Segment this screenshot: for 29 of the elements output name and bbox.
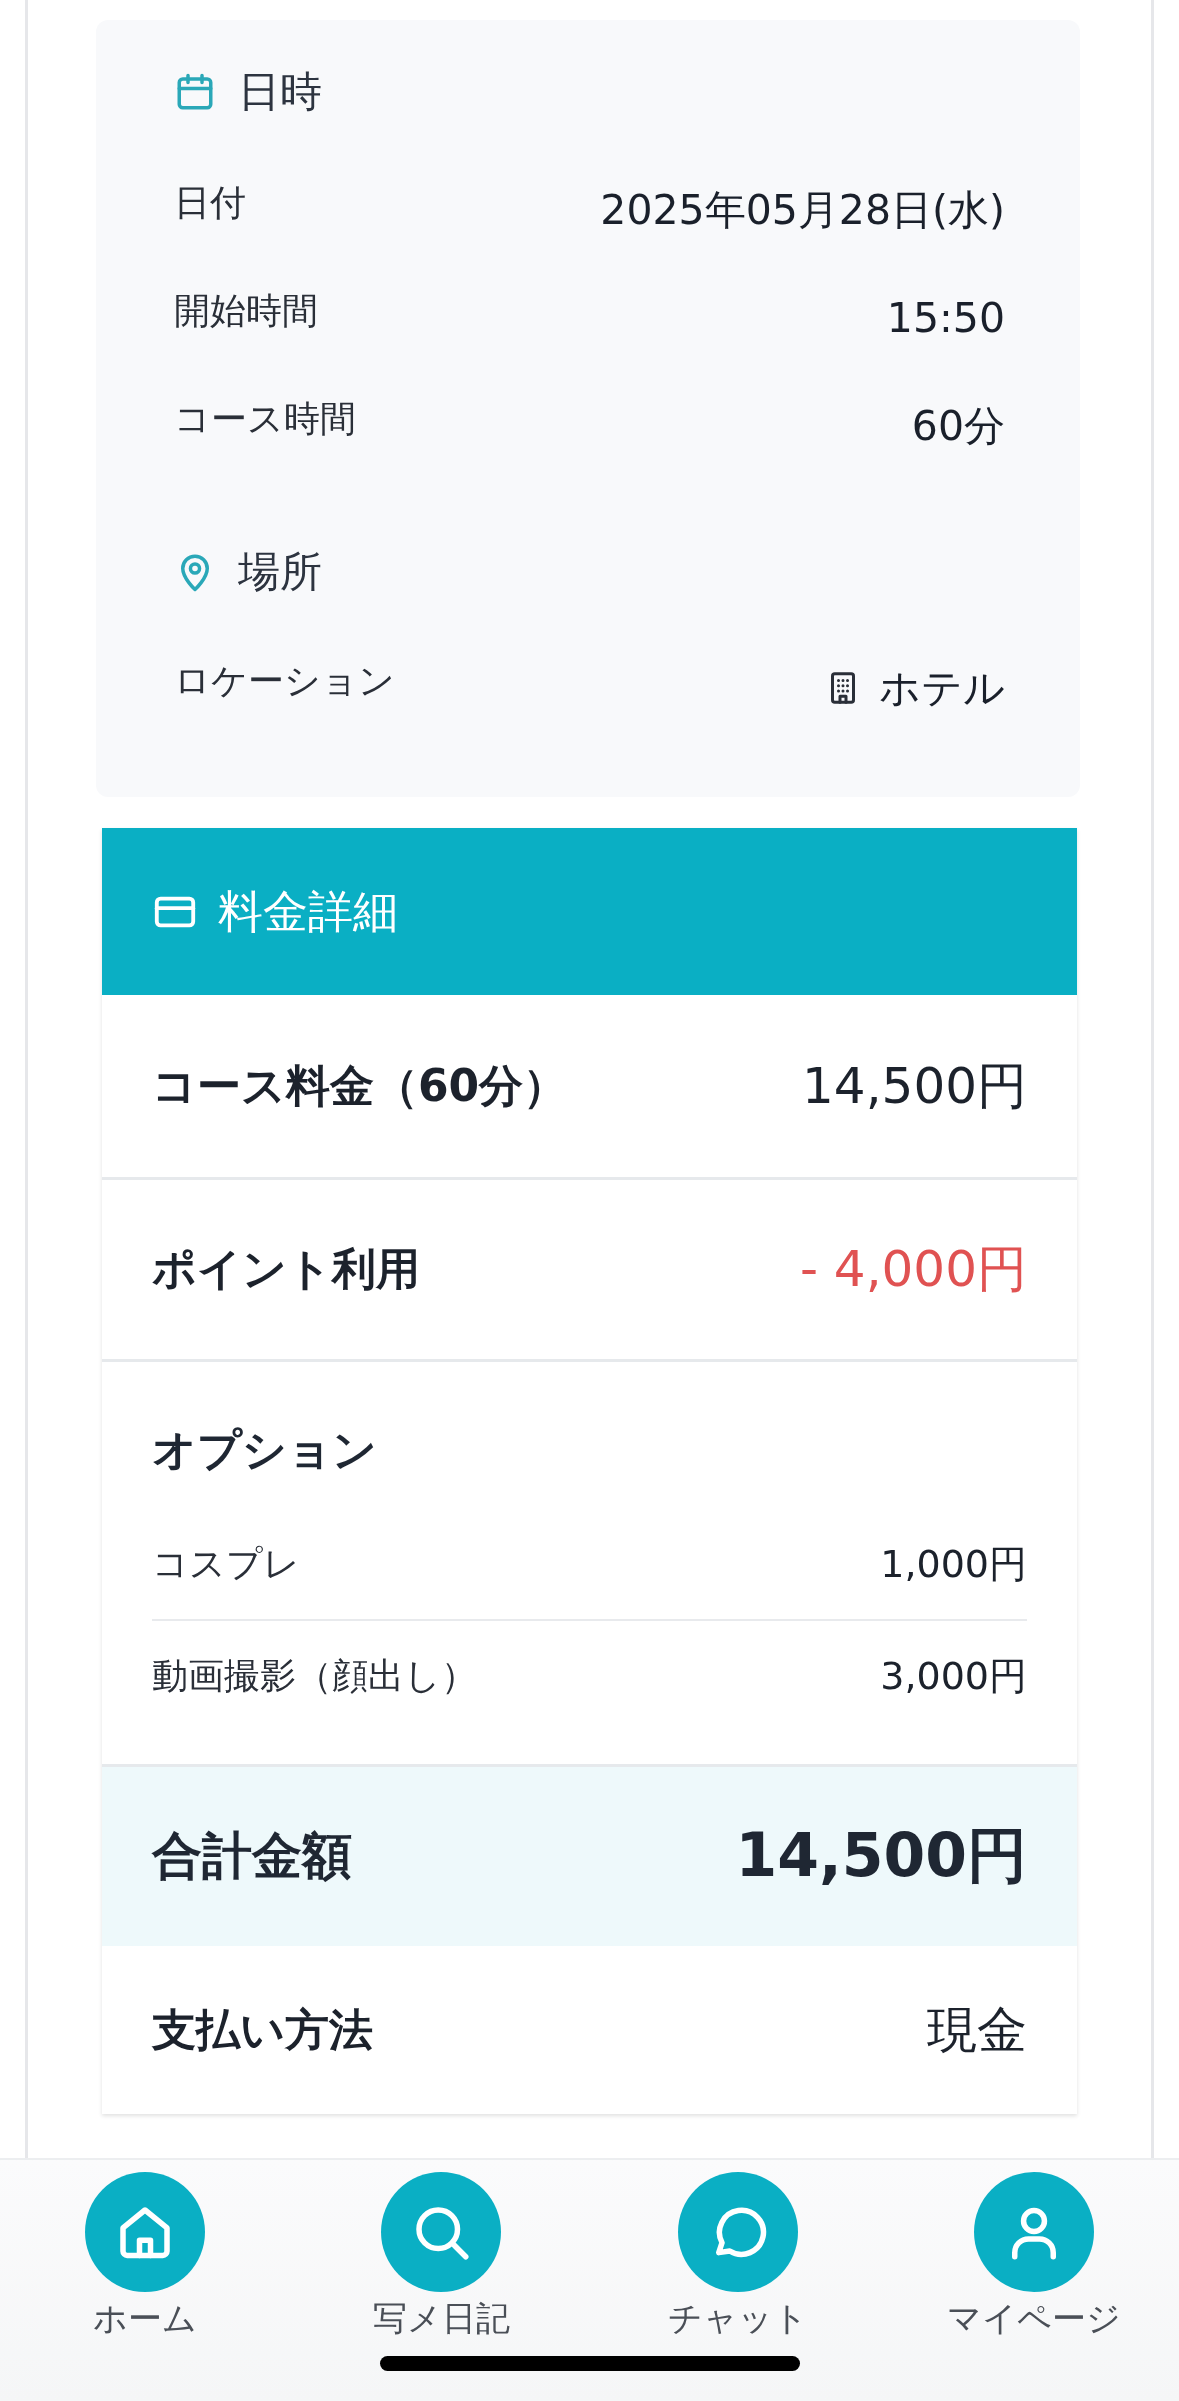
- fee-value: 現金: [927, 1999, 1027, 2061]
- section-title: 場所: [238, 546, 322, 598]
- fee-label: コース料金（60分）: [152, 1058, 568, 1113]
- row-label: 日付: [174, 180, 246, 225]
- option-label: コスプレ: [152, 1541, 300, 1586]
- fee-label: 支払い方法: [152, 2002, 373, 2057]
- calendar-icon: [174, 71, 216, 113]
- row-label: 開始時間: [174, 288, 318, 333]
- fee-label: ポイント利用: [152, 1242, 420, 1296]
- row-value: 60分: [911, 400, 1005, 452]
- row-value: 15:50: [886, 294, 1005, 342]
- section-title: 日時: [238, 66, 322, 118]
- nav-tab[interactable]: 写メ日記: [326, 2172, 557, 2342]
- options-title: オプション: [152, 1422, 378, 1477]
- row-label: コース時間: [174, 396, 356, 441]
- nav-tab[interactable]: マイページ: [919, 2172, 1150, 2342]
- row-label: ロケーション: [174, 658, 395, 703]
- fee-value: 14,500円: [802, 1055, 1027, 1117]
- total-price: 14,500円: [735, 1819, 1027, 1892]
- nav-tab[interactable]: ホーム: [29, 2172, 260, 2342]
- option-label: 動画撮影（顔出し）: [152, 1653, 477, 1698]
- row-value: 2025年05月28日(水): [600, 184, 1005, 236]
- option-price: 1,000円: [880, 1540, 1027, 1588]
- fee-value: - 4,000円: [799, 1239, 1027, 1300]
- nav-tab[interactable]: チャット: [622, 2172, 853, 2342]
- row-value: ホテル: [879, 662, 1005, 714]
- fee-title: 料金詳細: [218, 883, 398, 940]
- total-label: 合計金額: [152, 1826, 352, 1887]
- option-price: 3,000円: [880, 1652, 1027, 1700]
